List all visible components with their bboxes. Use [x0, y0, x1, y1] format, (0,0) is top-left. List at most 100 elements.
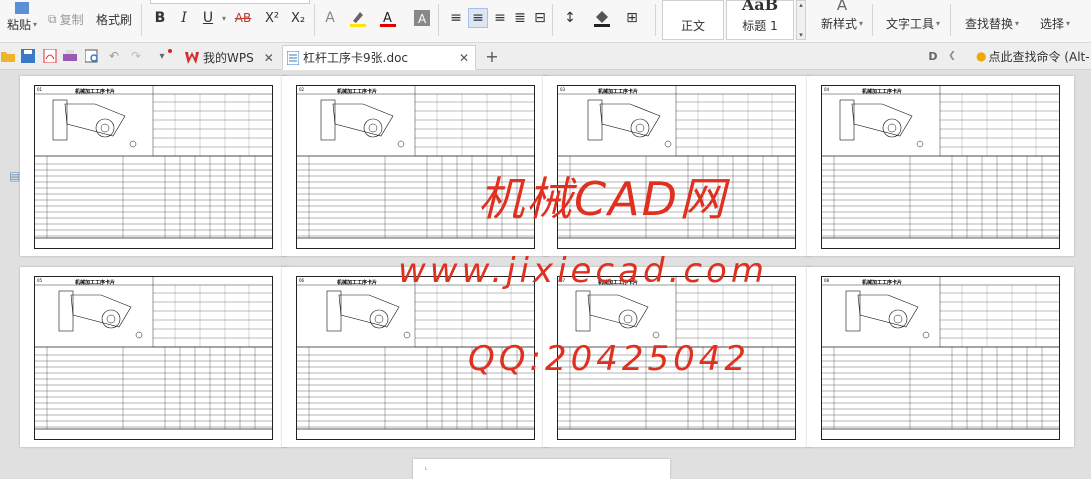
new-style-icon: A	[836, 0, 848, 14]
font-color-icon[interactable]: A	[378, 8, 398, 28]
svg-text:A: A	[418, 12, 427, 26]
separator	[314, 4, 315, 36]
open-folder-icon[interactable]	[0, 48, 16, 64]
find-replace-label: 查找替换	[964, 17, 1013, 31]
page-thumbnail[interactable]: 04 机械加工工序卡片	[807, 76, 1074, 256]
page-thumbnail[interactable]: 07 机械加工工序卡片	[543, 267, 810, 447]
align-right-icon[interactable]: ≡	[490, 8, 510, 28]
page-card-number: 05	[37, 278, 43, 283]
process-card-table: 04 机械加工工序卡片	[821, 85, 1060, 249]
style-heading1-label: 标题 1	[742, 19, 778, 33]
document-area[interactable]: ▤ 01 机械加工工序卡片 02 机械加工工序卡片 03 机械加工工序卡片 04 机械加工工序…	[0, 71, 1091, 479]
table-grid-lines	[297, 86, 534, 239]
process-card-table: 06 机械加工工序卡片	[296, 276, 535, 440]
table-grid-lines	[35, 86, 272, 239]
print-icon[interactable]	[62, 48, 78, 64]
borders-icon[interactable]: ⊞	[622, 8, 642, 28]
text-tools-button[interactable]: 文字工具 ▾	[882, 0, 944, 40]
tab-label: 杠杆工序卡9张.doc	[303, 51, 409, 65]
page-card-title: 机械加工工序卡片	[337, 280, 378, 286]
text-effect-icon[interactable]: A	[320, 8, 340, 28]
justify-icon[interactable]: ≣	[510, 8, 530, 28]
new-tab-button[interactable]: +	[484, 47, 500, 66]
page-card-title: 机械加工工序卡片	[75, 280, 116, 286]
shading-bucket-icon[interactable]	[592, 8, 612, 28]
wps-logo-icon	[185, 51, 199, 64]
style-gallery-scroll[interactable]: ▴ ▾	[796, 0, 806, 40]
align-left-icon[interactable]: ≡	[446, 8, 466, 28]
heading-preview: AaB	[741, 0, 779, 14]
style-normal[interactable]: 正文	[662, 0, 724, 40]
page-card-number: 08	[824, 278, 830, 283]
format-painter-button[interactable]: 格式刷	[96, 11, 132, 27]
tab-my-wps[interactable]: 我的WPS ✕	[180, 45, 280, 70]
distributed-align-icon[interactable]: ⊟	[530, 8, 550, 28]
page-thumbnail[interactable]: 02 机械加工工序卡片	[282, 76, 549, 256]
page-card-title: 机械加工工序卡片	[337, 89, 378, 95]
font-name-box[interactable]	[150, 0, 310, 4]
tab-document[interactable]: 杠杆工序卡9张.doc ✕	[282, 45, 476, 70]
bold-button[interactable]: B	[150, 8, 170, 28]
paste-button[interactable]: 粘贴 ▾	[2, 2, 42, 38]
copy-icon: ⧉	[48, 11, 57, 26]
process-card-table: 08 机械加工工序卡片	[821, 276, 1060, 440]
process-card-table: 02 机械加工工序卡片	[296, 85, 535, 249]
page-thumbnail[interactable]: 06 机械加工工序卡片	[282, 267, 549, 447]
separator	[438, 4, 439, 36]
svg-text:A: A	[383, 11, 392, 26]
find-replace-button[interactable]: 查找替换 ▾	[960, 0, 1024, 40]
italic-button[interactable]: I	[174, 8, 194, 28]
align-center-icon[interactable]: ≡	[468, 8, 488, 28]
separator	[141, 4, 142, 36]
highlight-icon[interactable]	[348, 8, 368, 28]
export-pdf-icon[interactable]	[42, 48, 58, 64]
char-shading-icon[interactable]: A	[412, 8, 432, 28]
page-card-title: 机械加工工序卡片	[862, 89, 903, 95]
page-card-number: 04	[824, 87, 830, 92]
style-heading1[interactable]: AaB 标题 1	[726, 0, 794, 40]
subscript-button[interactable]: X₂	[288, 8, 308, 28]
close-tab-icon[interactable]: ✕	[459, 51, 469, 65]
process-card-table: 07 机械加工工序卡片	[557, 276, 796, 440]
document-icon	[287, 50, 299, 65]
separator	[872, 4, 873, 36]
select-button[interactable]: 选择 ▾	[1030, 0, 1080, 40]
collapse-ribbon-icon[interactable]: ❮	[944, 48, 960, 64]
ribbon-toolbar: 粘贴 ▾ ⧉ 复制 格式刷 B I U ▾ AB X² X₂ A A A ≡ ≡…	[0, 0, 1091, 43]
page-thumbnail[interactable]: 05 机械加工工序卡片	[20, 267, 287, 447]
copy-button[interactable]: ⧉ 复制	[48, 11, 84, 27]
format-painter-label: 格式刷	[96, 12, 133, 27]
process-card-table: 03 机械加工工序卡片	[557, 85, 796, 249]
page-thumbnail[interactable]: 01 机械加工工序卡片	[20, 76, 287, 256]
command-search[interactable]: ● 点此查找命令 (Alt-	[976, 48, 1090, 64]
separator	[552, 4, 553, 36]
page-card-title: 机械加工工序卡片	[75, 89, 116, 95]
process-card-table: 01 机械加工工序卡片	[34, 85, 273, 249]
page-thumbnail[interactable]: 03 机械加工工序卡片	[543, 76, 810, 256]
save-icon[interactable]	[20, 48, 36, 64]
undo-icon[interactable]: ↶	[106, 48, 122, 64]
separator	[950, 4, 951, 36]
d-logo-icon[interactable]: D	[925, 48, 941, 64]
navigation-pane-icon[interactable]: ▤	[9, 169, 20, 183]
close-tab-icon[interactable]: ✕	[264, 51, 274, 65]
tab-bar: ↶ ↷ ▾ 我的WPS ✕ 杠杆工序卡9张.doc ✕ + D ❮ ● 点此查找…	[0, 43, 1091, 70]
new-style-button[interactable]: A 新样式 ▾	[815, 0, 869, 40]
table-grid-lines	[35, 277, 272, 430]
page-thumbnail[interactable]: 08 机械加工工序卡片	[807, 267, 1074, 447]
table-grid-lines	[558, 86, 795, 239]
print-preview-icon[interactable]	[84, 48, 100, 64]
page-card-number: 03	[560, 87, 566, 92]
line-spacing-icon[interactable]: ↕	[560, 8, 580, 28]
page-card-title: 机械加工工序卡片	[598, 89, 639, 95]
page-card-title: 机械加工工序卡片	[862, 280, 903, 286]
process-card-table: 05 机械加工工序卡片	[34, 276, 273, 440]
redo-icon[interactable]: ↷	[128, 48, 144, 64]
select-label: 选择	[1039, 17, 1064, 31]
notification-dot-icon	[168, 49, 172, 53]
table-grid-lines	[297, 277, 534, 430]
strikethrough-button[interactable]: AB	[230, 8, 256, 28]
page-card-number: 02	[299, 87, 305, 92]
paste-dropdown-icon: ▾	[33, 20, 38, 29]
superscript-button[interactable]: X²	[262, 8, 282, 28]
